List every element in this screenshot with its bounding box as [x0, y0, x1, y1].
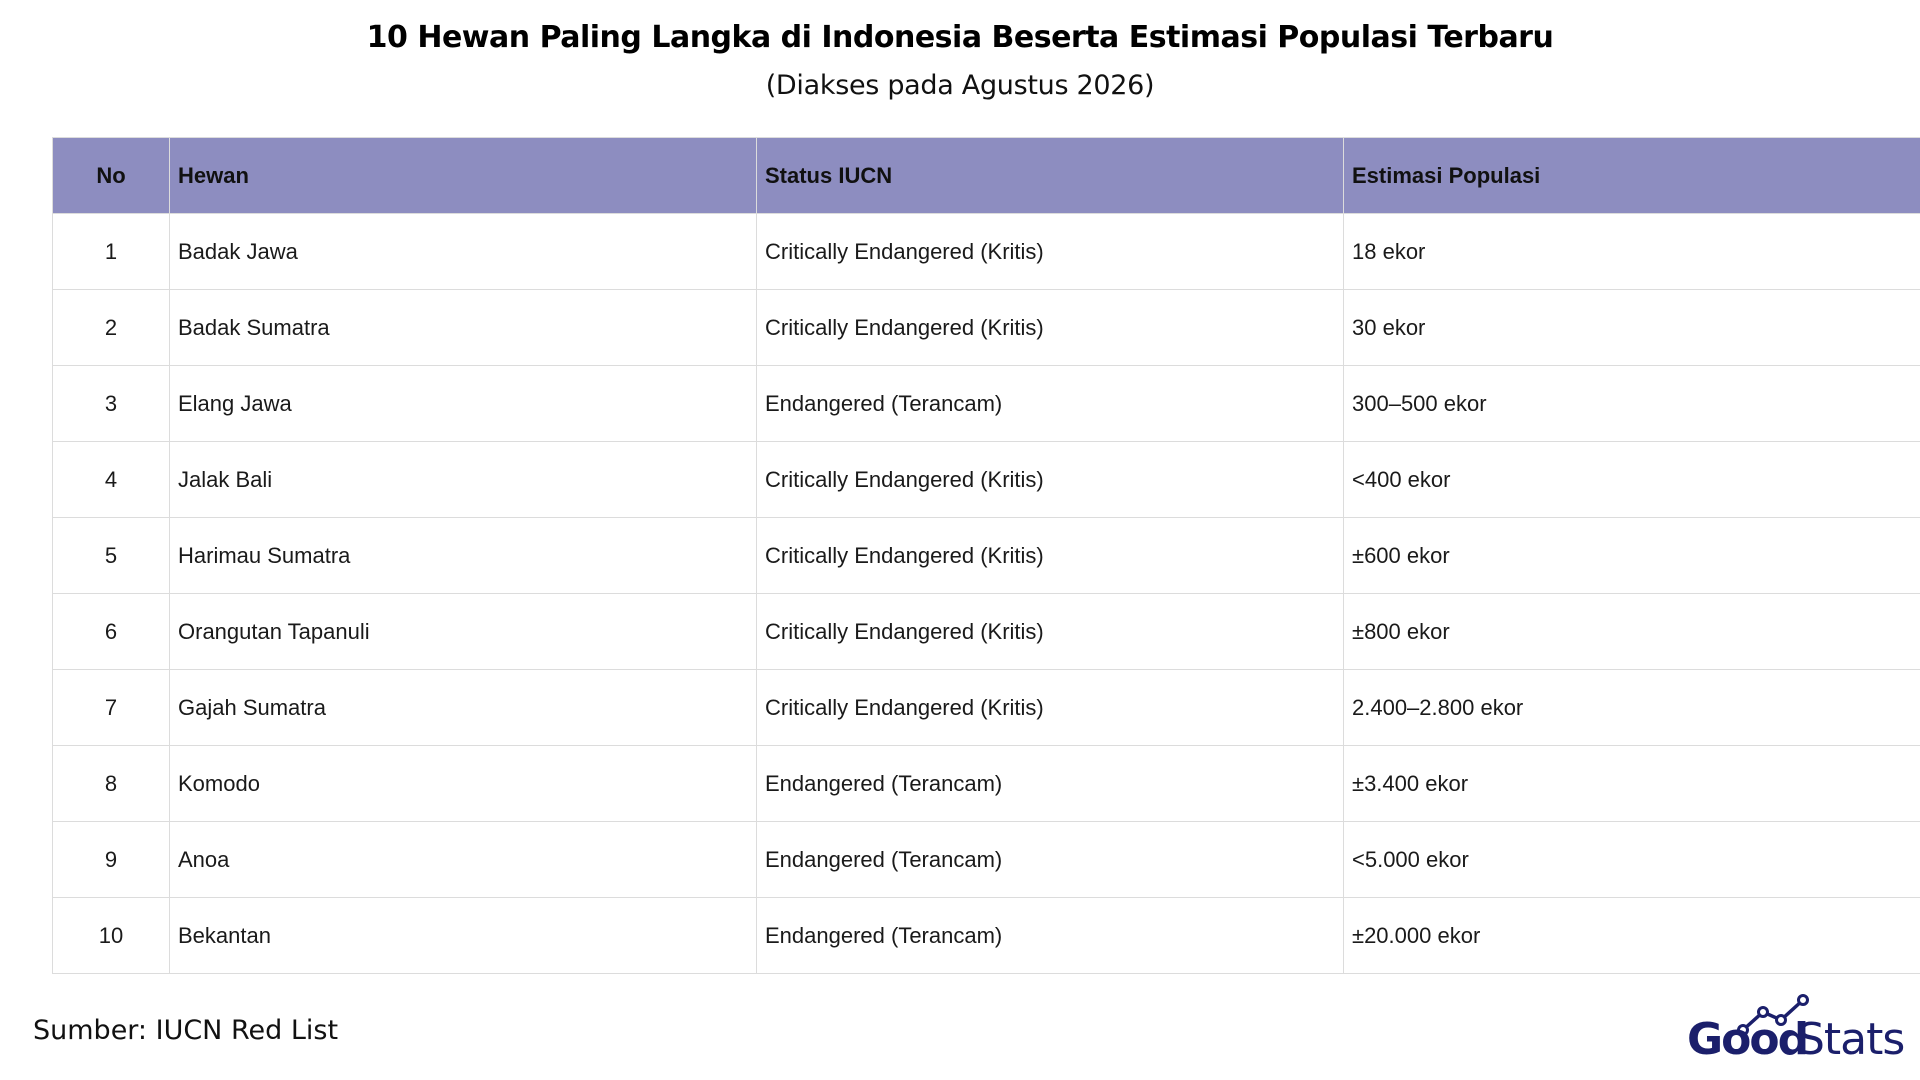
- cell-animal: Harimau Sumatra: [169, 517, 757, 594]
- cell-no: 1: [52, 213, 170, 290]
- cell-no: 7: [52, 669, 170, 746]
- cell-population: ±3.400 ekor: [1343, 745, 1920, 822]
- cell-status: Endangered (Terancam): [756, 821, 1344, 898]
- cell-population: ±800 ekor: [1343, 593, 1920, 670]
- cell-animal: Komodo: [169, 745, 757, 822]
- cell-animal: Jalak Bali: [169, 441, 757, 518]
- cell-no: 6: [52, 593, 170, 670]
- cell-no: 5: [52, 517, 170, 594]
- cell-animal: Badak Jawa: [169, 213, 757, 290]
- cell-no: 9: [52, 821, 170, 898]
- cell-status: Endangered (Terancam): [756, 745, 1344, 822]
- cell-animal: Badak Sumatra: [169, 289, 757, 366]
- cell-no: 8: [52, 745, 170, 822]
- cell-animal: Orangutan Tapanuli: [169, 593, 757, 670]
- species-table: No Hewan Status IUCN Estimasi Populasi 1…: [52, 137, 1920, 974]
- table-header-row: No Hewan Status IUCN Estimasi Populasi: [52, 137, 1920, 214]
- table-row: 6 Orangutan Tapanuli Critically Endanger…: [52, 593, 1920, 670]
- table-row: 8 Komodo Endangered (Terancam) ±3.400 ek…: [52, 745, 1920, 822]
- cell-animal: Gajah Sumatra: [169, 669, 757, 746]
- logo-text-good: Good: [1687, 1014, 1807, 1060]
- source-note: Sumber: IUCN Red List: [33, 1015, 339, 1046]
- table-row: 1 Badak Jawa Critically Endangered (Krit…: [52, 213, 1920, 290]
- cell-no: 10: [52, 897, 170, 974]
- cell-population: ±600 ekor: [1343, 517, 1920, 594]
- cell-population: 2.400–2.800 ekor: [1343, 669, 1920, 746]
- cell-status: Endangered (Terancam): [756, 897, 1344, 974]
- cell-population: 18 ekor: [1343, 213, 1920, 290]
- page-subtitle: (Diakses pada Agustus 2026): [765, 70, 1155, 101]
- table-row: 10 Bekantan Endangered (Terancam) ±20.00…: [52, 897, 1920, 974]
- cell-population: <5.000 ekor: [1343, 821, 1920, 898]
- cell-status: Critically Endangered (Kritis): [756, 213, 1344, 290]
- page-title: 10 Hewan Paling Langka di Indonesia Bese…: [366, 20, 1554, 55]
- table-row: 3 Elang Jawa Endangered (Terancam) 300–5…: [52, 365, 1920, 442]
- column-header-status: Status IUCN: [756, 137, 1344, 214]
- cell-no: 2: [52, 289, 170, 366]
- cell-population: 30 ekor: [1343, 289, 1920, 366]
- cell-status: Critically Endangered (Kritis): [756, 517, 1344, 594]
- table-row: 9 Anoa Endangered (Terancam) <5.000 ekor: [52, 821, 1920, 898]
- cell-animal: Bekantan: [169, 897, 757, 974]
- cell-animal: Anoa: [169, 821, 757, 898]
- column-header-population: Estimasi Populasi: [1343, 137, 1920, 214]
- cell-status: Critically Endangered (Kritis): [756, 593, 1344, 670]
- cell-status: Endangered (Terancam): [756, 365, 1344, 442]
- cell-status: Critically Endangered (Kritis): [756, 289, 1344, 366]
- column-header-animal: Hewan: [169, 137, 757, 214]
- cell-no: 3: [52, 365, 170, 442]
- cell-population: ±20.000 ekor: [1343, 897, 1920, 974]
- cell-animal: Elang Jawa: [169, 365, 757, 442]
- cell-status: Critically Endangered (Kritis): [756, 441, 1344, 518]
- column-header-no: No: [52, 137, 170, 214]
- table-row: 5 Harimau Sumatra Critically Endangered …: [52, 517, 1920, 594]
- goodstats-logo: Good Stats: [1687, 994, 1905, 1060]
- table-row: 7 Gajah Sumatra Critically Endangered (K…: [52, 669, 1920, 746]
- cell-no: 4: [52, 441, 170, 518]
- table-row: 4 Jalak Bali Critically Endangered (Krit…: [52, 441, 1920, 518]
- cell-population: 300–500 ekor: [1343, 365, 1920, 442]
- logo-text-stats: Stats: [1797, 1014, 1904, 1060]
- cell-status: Critically Endangered (Kritis): [756, 669, 1344, 746]
- table-row: 2 Badak Sumatra Critically Endangered (K…: [52, 289, 1920, 366]
- cell-population: <400 ekor: [1343, 441, 1920, 518]
